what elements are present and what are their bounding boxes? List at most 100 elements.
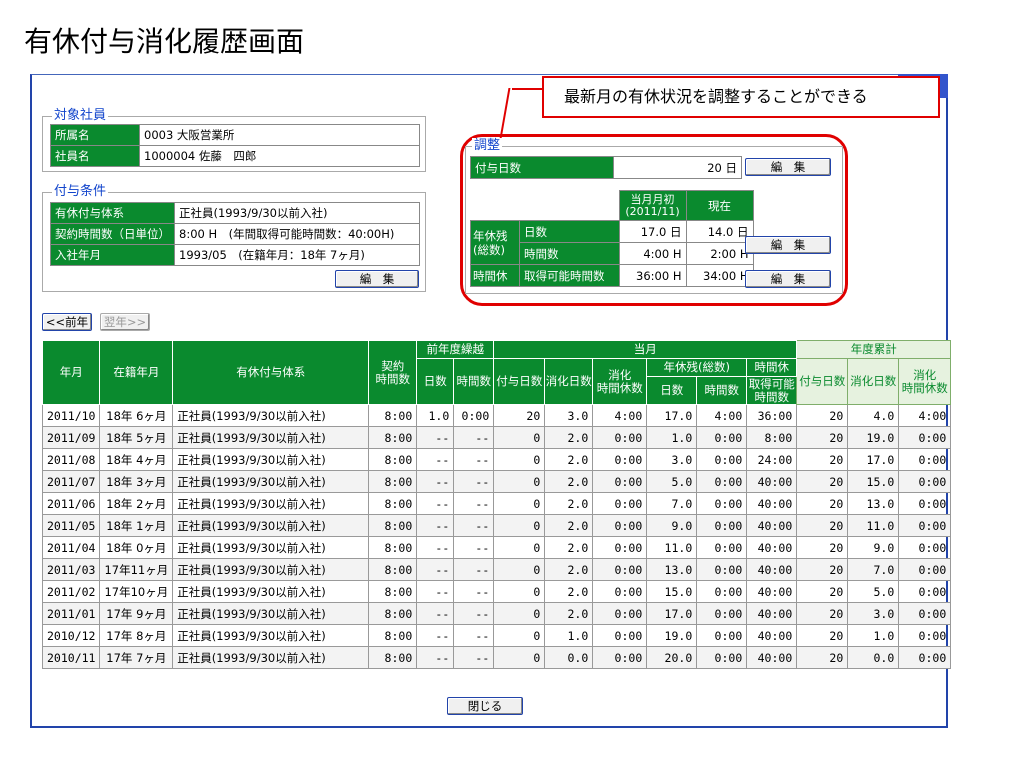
- table-cell: 8:00: [368, 426, 418, 449]
- header-grant: 付与日数: [493, 358, 546, 405]
- table-cell: 0:00: [592, 426, 648, 449]
- table-cell: 0: [493, 514, 546, 537]
- table-cell: 4.0: [847, 404, 900, 427]
- table-cell: 2011/01: [41, 602, 101, 625]
- grant-edit-button[interactable]: 編 集: [745, 158, 831, 176]
- table-cell: --: [453, 580, 495, 603]
- table-cell: --: [453, 602, 495, 625]
- remain-hours-current: 2:00 H: [685, 242, 754, 265]
- table-cell: 1.0: [544, 624, 594, 647]
- table-cell: 0:00: [898, 448, 952, 471]
- table-cell: 20: [796, 448, 849, 471]
- table-cell: 2011/08: [41, 448, 101, 471]
- table-cell: 2.0: [544, 602, 594, 625]
- table-cell: 1.0: [416, 404, 455, 427]
- page-title: 有休付与消化履歴画面: [24, 25, 305, 58]
- table-cell: 0:00: [898, 580, 952, 603]
- table-cell: 正社員(1993/9/30以前入社): [172, 470, 370, 493]
- table-cell: 3.0: [646, 448, 698, 471]
- hourly-label: 時間休: [470, 264, 520, 287]
- conditions-edit-button[interactable]: 編 集: [335, 270, 419, 288]
- table-cell: 0: [493, 470, 546, 493]
- table-cell: 0: [493, 448, 546, 471]
- table-cell: 正社員(1993/9/30以前入社): [172, 580, 370, 603]
- table-cell: 0: [493, 558, 546, 581]
- table-cell: 正社員(1993/9/30以前入社): [172, 514, 370, 537]
- table-cell: 40:00: [746, 514, 798, 537]
- table-cell: 0:00: [592, 624, 648, 647]
- col-initial-header: 当月月初 (2011/11): [618, 190, 687, 221]
- table-cell: 18年 0ヶ月: [99, 536, 174, 559]
- table-cell: --: [416, 602, 455, 625]
- table-cell: 0:00: [696, 646, 748, 669]
- table-cell: 19.0: [646, 624, 698, 647]
- system-value: 正社員(1993/9/30以前入社): [174, 202, 420, 224]
- name-value: 1000004 佐藤 四郎: [139, 145, 420, 167]
- table-row: 2010/12 17年 8ヶ月 正社員(1993/9/30以前入社) 8:00 -- --…: [41, 624, 952, 647]
- table-cell: 2.0: [544, 580, 594, 603]
- table-cell: 13.0: [646, 558, 698, 581]
- table-cell: 0:00: [696, 470, 748, 493]
- table-cell: 40:00: [746, 470, 798, 493]
- close-button[interactable]: 閉じる: [447, 697, 523, 715]
- table-cell: 0:00: [592, 558, 648, 581]
- table-cell: --: [416, 514, 455, 537]
- next-year-button[interactable]: 翌年>>: [100, 313, 150, 331]
- table-cell: 正社員(1993/9/30以前入社): [172, 426, 370, 449]
- table-cell: 1.0: [847, 624, 900, 647]
- table-cell: 11.0: [847, 514, 900, 537]
- table-cell: 17.0: [646, 404, 698, 427]
- table-cell: 0:00: [696, 602, 748, 625]
- table-cell: --: [453, 646, 495, 669]
- table-row: 2011/04 18年 0ヶ月 正社員(1993/9/30以前入社) 8:00 -- --…: [41, 536, 952, 559]
- table-cell: 正社員(1993/9/30以前入社): [172, 646, 370, 669]
- table-cell: 0:00: [898, 602, 952, 625]
- table-cell: --: [453, 558, 495, 581]
- table-cell: --: [416, 580, 455, 603]
- table-cell: 正社員(1993/9/30以前入社): [172, 404, 370, 427]
- table-cell: 正社員(1993/9/30以前入社): [172, 492, 370, 515]
- table-cell: 18年 6ヶ月: [99, 404, 174, 427]
- table-cell: 20: [796, 404, 849, 427]
- table-cell: 9.0: [646, 514, 698, 537]
- table-cell: 2011/03: [41, 558, 101, 581]
- table-cell: 0:00: [696, 580, 748, 603]
- table-cell: 17年 7ヶ月: [99, 646, 174, 669]
- table-cell: 8:00: [368, 470, 418, 493]
- table-cell: 4:00: [898, 404, 952, 427]
- table-cell: --: [416, 426, 455, 449]
- header-used-hours: 消化 時間休数: [592, 358, 648, 405]
- table-cell: 8:00: [368, 448, 418, 471]
- table-cell: 0:00: [592, 492, 648, 515]
- header-hourly-sub: 取得可能 時間数: [746, 376, 798, 405]
- remain-days-initial: 17.0 日: [618, 220, 687, 243]
- prev-year-button[interactable]: <<前年: [42, 313, 92, 331]
- table-cell: 40:00: [746, 536, 798, 559]
- table-cell: 24:00: [746, 448, 798, 471]
- table-cell: --: [416, 448, 455, 471]
- table-cell: 20: [796, 646, 849, 669]
- header-hourly: 時間休: [746, 358, 798, 377]
- hourly-edit-button[interactable]: 編 集: [745, 270, 831, 288]
- hours-value: 8:00 H (年間取得可能時間数：40:00H): [174, 223, 420, 245]
- table-cell: 20: [796, 426, 849, 449]
- table-cell: 0:00: [898, 426, 952, 449]
- header-cumulative: 年度累計: [796, 340, 952, 359]
- table-cell: 0:00: [592, 536, 648, 559]
- table-cell: 0:00: [696, 448, 748, 471]
- table-cell: 0:00: [696, 558, 748, 581]
- header-remain: 年休残(総数): [646, 358, 748, 377]
- callout-line-horizontal: [512, 88, 544, 90]
- header-tenure: 在籍年月: [99, 340, 174, 405]
- table-cell: --: [416, 558, 455, 581]
- table-cell: 0:00: [592, 646, 648, 669]
- callout-note: 最新月の有休状況を調整することができる: [542, 76, 940, 118]
- table-cell: 8:00: [368, 558, 418, 581]
- remain-edit-button[interactable]: 編 集: [745, 236, 831, 254]
- table-cell: 20: [796, 558, 849, 581]
- system-label: 有休付与体系: [50, 202, 175, 224]
- table-cell: 0:00: [898, 536, 952, 559]
- table-cell: 8:00: [368, 602, 418, 625]
- table-cell: 15.0: [646, 580, 698, 603]
- table-cell: 8:00: [368, 514, 418, 537]
